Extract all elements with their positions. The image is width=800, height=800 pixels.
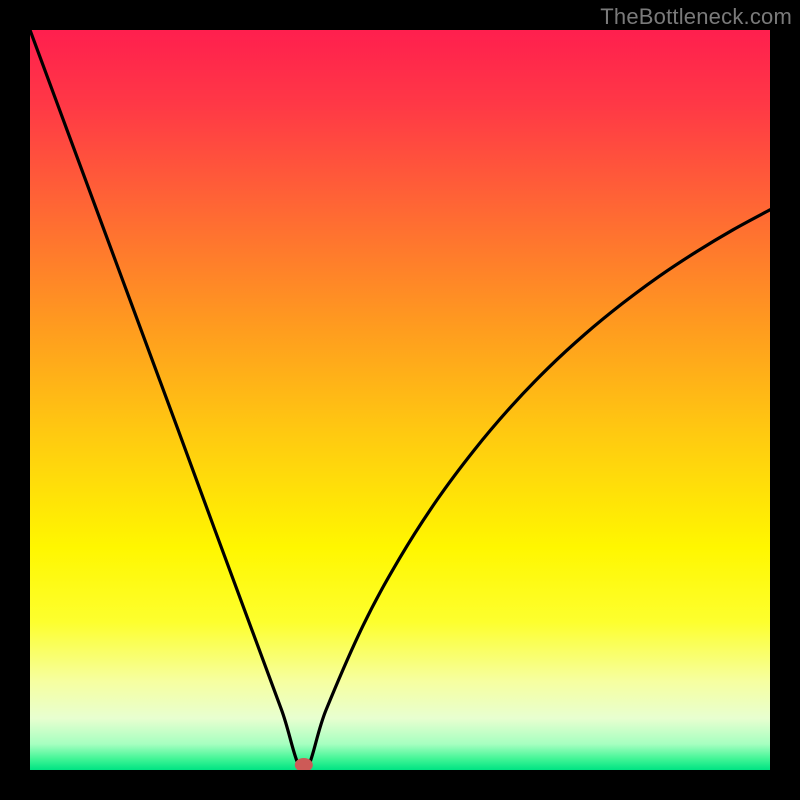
bottleneck-chart xyxy=(30,30,770,770)
chart-frame: TheBottleneck.com xyxy=(0,0,800,800)
plot-area xyxy=(30,30,770,770)
credit-label: TheBottleneck.com xyxy=(600,4,792,30)
gradient-background xyxy=(30,30,770,770)
